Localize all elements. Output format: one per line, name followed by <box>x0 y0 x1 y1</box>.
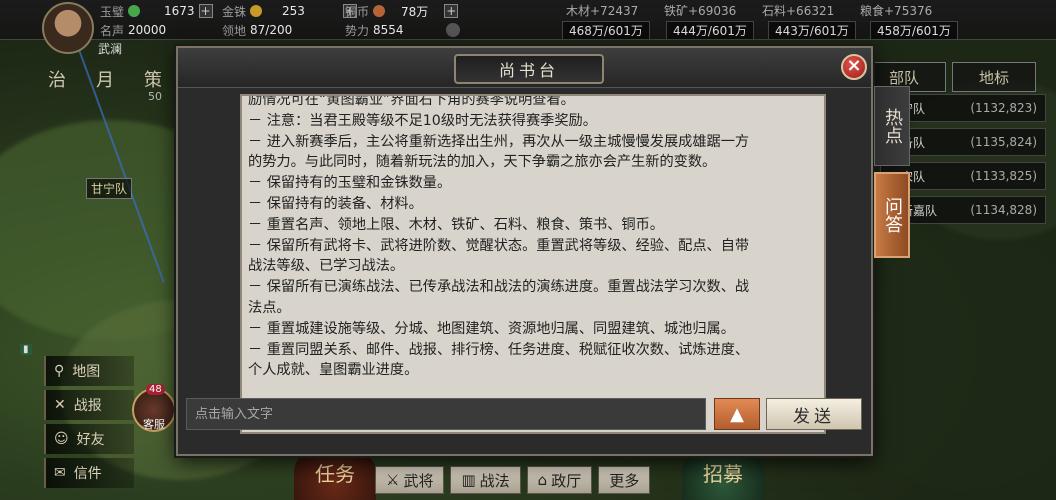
jade-coin-icon <box>128 5 141 17</box>
send-button[interactable]: 发送 <box>766 398 862 430</box>
wood-income: 木材+72437 <box>566 4 639 18</box>
arrow-up-icon: ▲ <box>730 403 744 425</box>
mail-icon: ✉ <box>54 465 66 481</box>
map-menu-item[interactable]: ⚲ 地图 <box>44 356 134 386</box>
friends-icon: ☺ <box>54 431 69 447</box>
tab-zhi[interactable]: 治 <box>48 66 66 92</box>
announcement-text: 励情况可在“黄图霸业”界面右下角的赛季说明查看。 － 注意：当君王殿等级不足10… <box>248 94 750 379</box>
copper-coin-icon <box>373 5 386 17</box>
left-menu: ⚲ 地图 ✕ 战报 ☺ 好友 ✉ 信件 <box>44 356 134 492</box>
counter-label: 50 <box>148 90 162 103</box>
kefu-count-badge: 48 <box>146 384 165 395</box>
crossed-swords-icon: ✕ <box>54 397 66 413</box>
map-pin-icon: ⚲ <box>54 363 65 379</box>
tab-qa[interactable]: 问答 <box>874 172 910 258</box>
government-button[interactable]: ⌂ 政厅 <box>526 466 593 494</box>
more-button[interactable]: 更多 <box>598 466 651 494</box>
avatar[interactable] <box>42 2 94 54</box>
dialog-header: 尚书台 × <box>178 48 871 88</box>
goods-income-row: 木材+72437 铁矿+69036 石料+66321 粮食+75376 <box>566 2 958 19</box>
tactics-button[interactable]: ▥ 战法 <box>450 466 521 494</box>
faction-name: 武澜 <box>98 42 123 56</box>
territory-stat: 领地 87/200 <box>222 23 293 38</box>
left-tabs: 治 月 策 <box>48 66 162 92</box>
hall-icon: ⌂ <box>537 471 548 489</box>
add-copper-button[interactable]: + <box>444 4 459 18</box>
generals-button[interactable]: ⚔ 武将 <box>375 466 445 494</box>
resource-topbar: 玉璧 1673 + 金铢 253 + 铜币 78万 + 名声 20000 领地 … <box>0 0 1056 54</box>
power-stat: 势力 8554 <box>345 22 460 38</box>
dialog-title: 尚书台 <box>454 54 604 84</box>
close-button[interactable]: × <box>841 54 867 80</box>
tab-landmarks[interactable]: 地标 <box>952 62 1036 92</box>
resource-gold: 金铢 253 + <box>222 4 357 19</box>
friends-menu-item[interactable]: ☺ 好友 <box>44 424 134 454</box>
battle-report-menu-item[interactable]: ✕ 战报 <box>44 390 134 420</box>
scroll-icon: ▥ <box>461 471 476 489</box>
shangshutai-dialog: 尚书台 × 励情况可在“黄图霸业”界面右下角的赛季说明查看。 － 注意：当君王殿… <box>176 46 873 456</box>
wood-stock: 468万/601万 <box>562 21 650 40</box>
tab-yue[interactable]: 月 <box>96 66 114 92</box>
resource-copper: 铜币 78万 + <box>345 4 459 19</box>
grain-stock: 458万/601万 <box>870 21 958 40</box>
map-tag: ▮ <box>20 344 32 355</box>
announcement-content[interactable]: 励情况可在“黄图霸业”界面右下角的赛季说明查看。 － 注意：当君王殿等级不足10… <box>240 94 826 434</box>
message-input[interactable] <box>186 398 706 430</box>
resource-jade: 玉璧 1673 + <box>100 4 213 19</box>
troop-badge[interactable]: 甘宁队 <box>86 178 133 199</box>
message-input-row: ▲ 发送 <box>186 398 865 432</box>
tab-hot-topics[interactable]: 热点 <box>874 86 910 166</box>
iron-income: 铁矿+69036 <box>664 4 737 18</box>
info-icon[interactable] <box>445 23 460 37</box>
general-icon: ⚔ <box>386 471 400 489</box>
iron-stock: 444万/601万 <box>666 21 754 40</box>
scroll-up-button[interactable]: ▲ <box>714 398 760 430</box>
fame-stat: 名声 20000 <box>100 23 167 38</box>
stone-stock: 443万/601万 <box>768 21 856 40</box>
gold-coin-icon <box>250 5 263 17</box>
mail-menu-item[interactable]: ✉ 信件 <box>44 458 134 488</box>
bottom-nav: ⚔ 武将 ▥ 战法 ⌂ 政厅 更多 <box>375 466 651 494</box>
add-jade-button[interactable]: + <box>198 4 213 18</box>
tab-ce[interactable]: 策 <box>144 66 162 92</box>
stone-income: 石料+66321 <box>762 4 835 18</box>
grain-income: 粮食+75376 <box>860 4 933 18</box>
